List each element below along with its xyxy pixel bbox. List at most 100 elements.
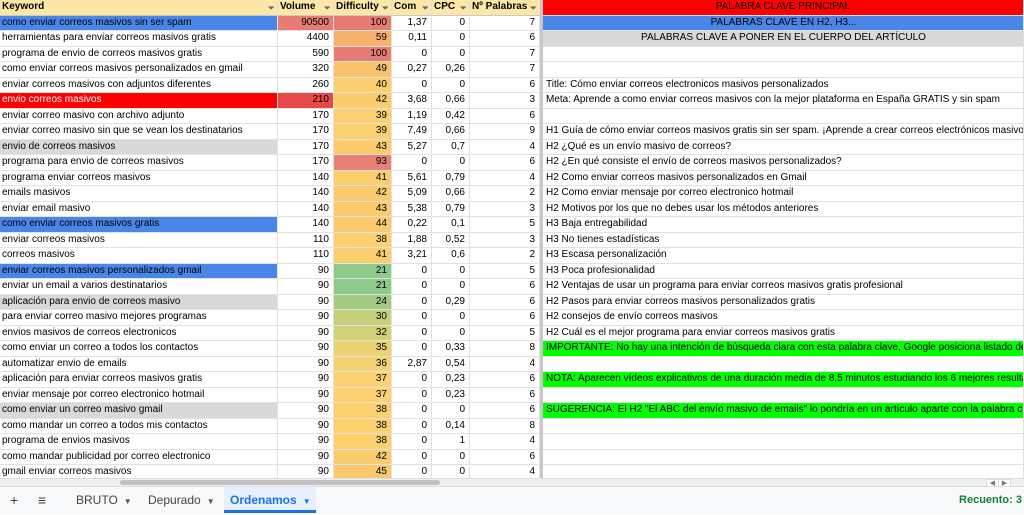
cpc-cell[interactable]: 0,23 <box>432 372 470 388</box>
difficulty-cell[interactable]: 49 <box>334 62 392 78</box>
table-row[interactable]: enviar correos masivos con adjuntos dife… <box>0 77 1024 93</box>
palabras-cell[interactable]: 4 <box>470 139 540 155</box>
cpc-cell[interactable]: 0 <box>432 279 470 295</box>
palabras-cell[interactable]: 6 <box>470 310 540 326</box>
difficulty-cell[interactable]: 37 <box>334 372 392 388</box>
volume-cell[interactable]: 140 <box>278 217 334 233</box>
cpc-cell[interactable]: 0 <box>432 310 470 326</box>
table-row[interactable]: gmail enviar correos masivos 90 45 0 0 4 <box>0 465 1024 478</box>
notes-cell[interactable]: H2 Pasos para enviar correos masivos per… <box>543 294 1024 310</box>
com-cell[interactable]: 5,09 <box>392 186 432 202</box>
notes-cell[interactable] <box>543 387 1024 403</box>
com-cell[interactable]: 0 <box>392 372 432 388</box>
difficulty-cell[interactable]: 40 <box>334 77 392 93</box>
difficulty-cell[interactable]: 43 <box>334 201 392 217</box>
cpc-cell[interactable]: 0 <box>432 77 470 93</box>
notes-cell[interactable]: H3 Baja entregabilidad <box>543 217 1024 233</box>
difficulty-cell[interactable]: 41 <box>334 248 392 264</box>
difficulty-cell[interactable]: 39 <box>334 108 392 124</box>
keyword-cell[interactable]: programa enviar correos masivos <box>0 170 278 186</box>
volume-cell[interactable]: 90 <box>278 325 334 341</box>
difficulty-cell[interactable]: 38 <box>334 434 392 450</box>
table-row[interactable]: enviar correo masivo con archivo adjunto… <box>0 108 1024 124</box>
keyword-cell[interactable]: aplicación para enviar correos masivos g… <box>0 372 278 388</box>
table-row[interactable]: envio correos masivos 210 42 3,68 0,66 3 Meta:… <box>0 93 1024 109</box>
keyword-cell[interactable]: enviar un email a varios destinatarios <box>0 279 278 295</box>
volume-cell[interactable]: 90 <box>278 418 334 434</box>
table-row[interactable]: programa de envios masivos 90 38 0 1 4 <box>0 434 1024 450</box>
difficulty-cell[interactable]: 45 <box>334 465 392 478</box>
tab-bruto[interactable]: BRUTO ▼ <box>70 487 140 513</box>
chevron-down-icon[interactable]: ▼ <box>303 497 311 506</box>
palabras-cell[interactable]: 7 <box>470 46 540 62</box>
volume-cell[interactable]: 170 <box>278 155 334 171</box>
keyword-cell[interactable]: emails masivos <box>0 186 278 202</box>
notes-cell[interactable]: H2 ¿Qué es un envío masivo de correos? <box>543 139 1024 155</box>
palabras-cell[interactable]: 5 <box>470 217 540 233</box>
notes-cell[interactable]: Meta: Aprende a como enviar correos masi… <box>543 93 1024 109</box>
com-cell[interactable]: 5,38 <box>392 201 432 217</box>
table-row[interactable]: como mandar publicidad por correo electr… <box>0 449 1024 465</box>
volume-cell[interactable]: 90 <box>278 449 334 465</box>
notes-cell[interactable]: H1 Guía de cómo enviar correos masivos g… <box>543 124 1024 140</box>
column-header-palabras[interactable]: Nº Palabras ⏷ <box>470 0 540 16</box>
difficulty-cell[interactable]: 38 <box>334 403 392 419</box>
volume-cell[interactable]: 90 <box>278 403 334 419</box>
keyword-cell[interactable]: enviar correos masivos <box>0 232 278 248</box>
count-summary[interactable]: Recuento: 3 <box>959 487 1022 513</box>
com-cell[interactable]: 3,21 <box>392 248 432 264</box>
notes-cell[interactable] <box>543 418 1024 434</box>
table-row[interactable]: aplicación para envio de correos masivo 9… <box>0 294 1024 310</box>
column-header-com[interactable]: Com ⏷ <box>392 0 432 16</box>
volume-cell[interactable]: 170 <box>278 124 334 140</box>
keyword-cell[interactable]: programa de envios masivos <box>0 434 278 450</box>
keyword-cell[interactable]: como enviar un correo a todos los contac… <box>0 341 278 357</box>
cpc-cell[interactable]: 0 <box>432 46 470 62</box>
com-cell[interactable]: 0 <box>392 325 432 341</box>
cpc-cell[interactable]: 0,42 <box>432 108 470 124</box>
palabras-cell[interactable]: 2 <box>470 248 540 264</box>
notes-cell[interactable]: PALABRAS CLAVE EN H2, H3... <box>543 15 1024 31</box>
com-cell[interactable]: 1,37 <box>392 15 432 31</box>
keyword-cell[interactable]: herramientas para enviar correos masivos… <box>0 31 278 47</box>
difficulty-cell[interactable]: 41 <box>334 170 392 186</box>
palabras-cell[interactable]: 6 <box>470 449 540 465</box>
keyword-cell[interactable]: aplicación para envio de correos masivo <box>0 294 278 310</box>
table-row[interactable]: emails masivos 140 42 5,09 0,66 2 H2 Como envi… <box>0 186 1024 202</box>
keyword-cell[interactable]: como enviar correos masivos sin ser spam <box>0 15 278 31</box>
palabras-cell[interactable]: 7 <box>470 15 540 31</box>
keyword-cell[interactable]: envio de correos masivos <box>0 139 278 155</box>
keyword-cell[interactable]: programa para envio de correos masivos <box>0 155 278 171</box>
palabras-cell[interactable]: 5 <box>470 325 540 341</box>
table-row[interactable]: enviar correos masivos 110 38 1,88 0,52 3 H3 N… <box>0 232 1024 248</box>
volume-cell[interactable]: 90 <box>278 341 334 357</box>
cpc-cell[interactable]: 0,23 <box>432 387 470 403</box>
table-row[interactable]: aplicación para enviar correos masivos g… <box>0 372 1024 388</box>
column-header-keyword[interactable]: Keyword ⏷ <box>0 0 278 16</box>
filter-icon[interactable]: ⏷ <box>268 1 275 15</box>
palabras-cell[interactable]: 8 <box>470 341 540 357</box>
com-cell[interactable]: 0 <box>392 387 432 403</box>
table-row[interactable]: como enviar un correo masivo gmail 90 38 0 0… <box>0 403 1024 419</box>
cpc-cell[interactable]: 0 <box>432 449 470 465</box>
com-cell[interactable]: 0 <box>392 155 432 171</box>
table-row[interactable]: como mandar un correo a todos mis contac… <box>0 418 1024 434</box>
cpc-cell[interactable]: 0,1 <box>432 217 470 233</box>
com-cell[interactable]: 0 <box>392 465 432 478</box>
palabras-cell[interactable]: 4 <box>470 170 540 186</box>
volume-cell[interactable]: 90 <box>278 279 334 295</box>
cpc-cell[interactable]: 0,6 <box>432 248 470 264</box>
chevron-down-icon[interactable]: ▼ <box>124 497 132 506</box>
com-cell[interactable]: 7,49 <box>392 124 432 140</box>
cpc-cell[interactable]: 0 <box>432 155 470 171</box>
difficulty-cell[interactable]: 24 <box>334 294 392 310</box>
notes-cell[interactable] <box>543 108 1024 124</box>
column-header-difficulty[interactable]: Difficulty ⏷ <box>334 0 392 16</box>
table-row[interactable]: para enviar correo masivo mejores progra… <box>0 310 1024 326</box>
cpc-cell[interactable]: 0 <box>432 403 470 419</box>
com-cell[interactable]: 0,22 <box>392 217 432 233</box>
notes-cell[interactable]: SUGERENCIA: El H2 "El ABC del envío masi… <box>543 403 1024 419</box>
notes-cell[interactable] <box>543 356 1024 372</box>
notes-cell[interactable] <box>543 449 1024 465</box>
cpc-cell[interactable]: 0,79 <box>432 201 470 217</box>
